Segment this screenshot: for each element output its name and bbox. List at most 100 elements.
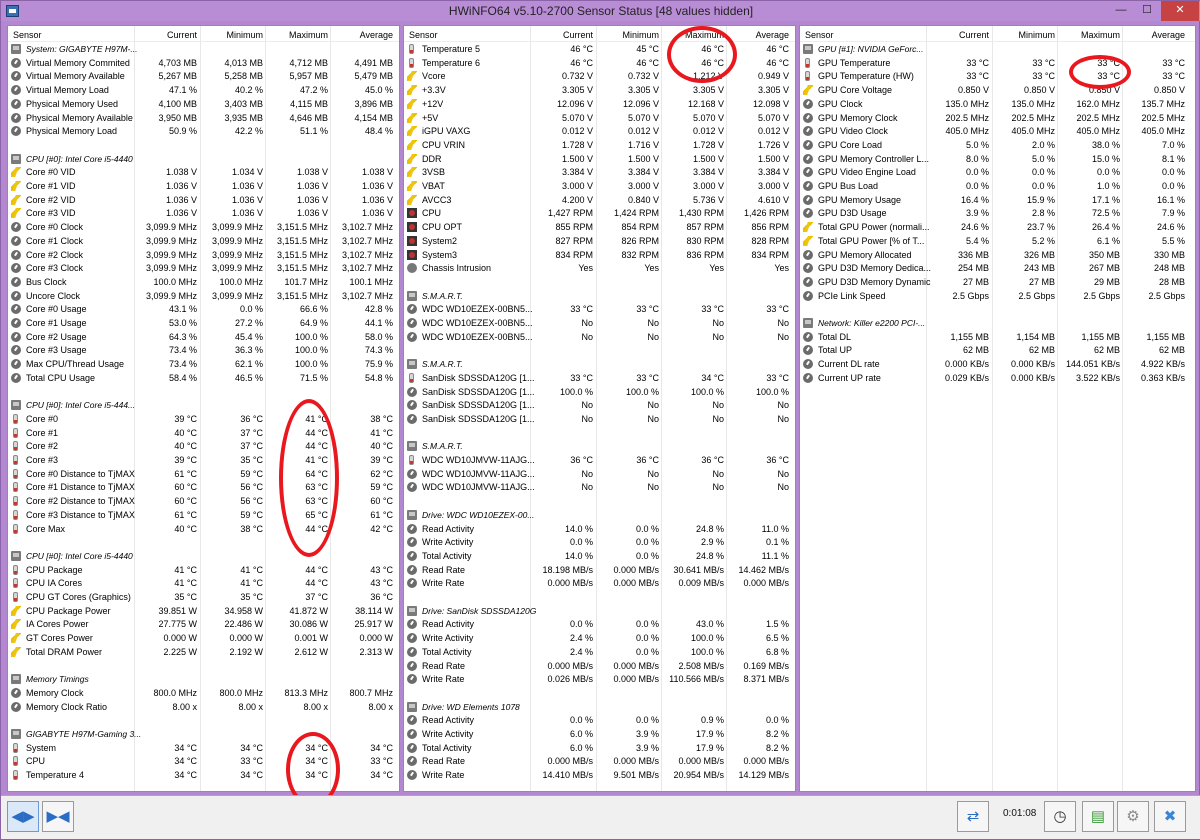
sensor-row[interactable]: Total GPU Power (normali... 24.6 % 23.7 % 2… xyxy=(800,220,1195,234)
sensor-row[interactable]: Virtual Memory Available 5,267 MB 5,258 MB… xyxy=(8,69,399,83)
sensor-panel-2[interactable]: Sensor Current Minimum Maximum Average Temper… xyxy=(403,25,796,792)
sensor-row[interactable]: Core #1 40 °C 37 °C 44 °C 41 °C xyxy=(8,426,399,440)
sensor-row[interactable]: Core #3 Clock 3,099.9 MHz 3,099.9 MHz 3,151… xyxy=(8,261,399,275)
sensor-group-header[interactable]: Drive: WD Elements 1078 xyxy=(404,700,795,714)
sensor-row[interactable]: GPU Memory Clock 202.5 MHz 202.5 MHz 202.5 … xyxy=(800,111,1195,125)
sensor-row[interactable]: Temperature 5 46 °C 45 °C 46 °C 46 °C xyxy=(404,42,795,56)
sensor-row[interactable]: GPU Temperature (HW) 33 °C 33 °C 33 °C 33 °C xyxy=(800,69,1195,83)
sensor-group-header[interactable]: S.M.A.R.T. xyxy=(404,289,795,303)
sensor-row[interactable]: Physical Memory Used 4,100 MB 3,403 MB 4,11… xyxy=(8,97,399,111)
sensor-row[interactable]: Core #2 Distance to TjMAX 60 °C 56 °C 63 °C… xyxy=(8,494,399,508)
sensor-row[interactable]: GPU Core Voltage 0.850 V 0.850 V 0.850 V 0.8… xyxy=(800,83,1195,97)
sensor-group-header[interactable]: GIGABYTE H97M-Gaming 3... xyxy=(8,727,399,741)
header-average[interactable]: Average xyxy=(332,29,396,41)
sensor-row[interactable]: GPU Temperature 33 °C 33 °C 33 °C 33 °C xyxy=(800,56,1195,70)
sensor-panel-1[interactable]: Sensor Current Minimum Maximum Average System… xyxy=(7,25,400,792)
sensor-row[interactable]: Core #3 VID 1.036 V 1.036 V 1.036 V 1.036 V xyxy=(8,206,399,220)
sensor-row[interactable]: Core #1 Usage 53.0 % 27.2 % 64.9 % 44.1 % xyxy=(8,316,399,330)
sensor-row[interactable]: CPU Package Power 39.851 W 34.958 W 41.872 … xyxy=(8,604,399,618)
sensor-row[interactable]: System3 834 RPM 832 RPM 836 RPM 834 RPM xyxy=(404,248,795,262)
sensor-row[interactable]: 3VSB 3.384 V 3.384 V 3.384 V 3.384 V xyxy=(404,165,795,179)
sensor-row[interactable]: PCIe Link Speed 2.5 Gbps 2.5 Gbps 2.5 Gbps 2… xyxy=(800,289,1195,303)
sensor-row[interactable]: Current DL rate 0.000 KB/s 0.000 KB/s 144.0… xyxy=(800,357,1195,371)
sensor-group-header[interactable]: CPU [#0]: Intel Core i5-4440 xyxy=(8,152,399,166)
sensor-row[interactable]: GPU Video Clock 405.0 MHz 405.0 MHz 405.0 M… xyxy=(800,124,1195,138)
sensor-row[interactable]: Max CPU/Thread Usage 73.4 % 62.1 % 100.0 % 7… xyxy=(8,357,399,371)
sensor-row[interactable]: Vcore 0.732 V 0.732 V 1.212 V 0.949 V xyxy=(404,69,795,83)
sensor-row[interactable]: GPU D3D Memory Dedica... 254 MB 243 MB 267 … xyxy=(800,261,1195,275)
sensor-row[interactable]: Total Activity 6.0 % 3.9 % 17.9 % 8.2 % xyxy=(404,741,795,755)
sensor-row[interactable]: VBAT 3.000 V 3.000 V 3.000 V 3.000 V xyxy=(404,179,795,193)
sensor-row[interactable]: SanDisk SDSSDA120G [1... 100.0 % 100.0 % 10… xyxy=(404,385,795,399)
header-current[interactable]: Current xyxy=(136,29,200,41)
sensor-row[interactable]: Core #3 Distance to TjMAX 61 °C 59 °C 65 °C… xyxy=(8,508,399,522)
sensor-group-header[interactable]: Memory Timings xyxy=(8,672,399,686)
sensor-row[interactable]: GPU Video Engine Load 0.0 % 0.0 % 0.0 % 0.0 … xyxy=(800,165,1195,179)
sensor-row[interactable]: Physical Memory Available 3,950 MB 3,935 M… xyxy=(8,111,399,125)
sensor-row[interactable]: Core #1 Distance to TjMAX 60 °C 56 °C 63 °C… xyxy=(8,480,399,494)
sensor-row[interactable]: CPU OPT 855 RPM 854 RPM 857 RPM 856 RPM xyxy=(404,220,795,234)
header-minimum[interactable]: Minimum xyxy=(598,29,662,41)
sensor-row[interactable]: Total DL 1,155 MB 1,154 MB 1,155 MB 1,155 MB xyxy=(800,330,1195,344)
sensor-row[interactable]: GPU Memory Allocated 336 MB 326 MB 350 MB 33… xyxy=(800,248,1195,262)
sensor-row[interactable]: Temperature 4 34 °C 34 °C 34 °C 34 °C xyxy=(8,768,399,782)
sensor-group-header[interactable]: System: GIGABYTE H97M-... xyxy=(8,42,399,56)
sensor-row[interactable]: Memory Clock Ratio 8.00 x 8.00 x 8.00 x 8.00… xyxy=(8,700,399,714)
sensor-row[interactable]: Core #0 VID 1.038 V 1.034 V 1.038 V 1.038 V xyxy=(8,165,399,179)
sensor-group-header[interactable]: Drive: SanDisk SDSSDA120G xyxy=(404,604,795,618)
minimize-button[interactable]: — xyxy=(1109,1,1133,21)
sensor-row[interactable]: Write Activity 0.0 % 0.0 % 2.9 % 0.1 % xyxy=(404,535,795,549)
sensor-row[interactable]: Core #2 VID 1.036 V 1.036 V 1.036 V 1.036 V xyxy=(8,193,399,207)
sensor-group-header[interactable]: Network: Killer e2200 PCI-... xyxy=(800,316,1195,330)
sensor-row[interactable]: Write Rate 0.026 MB/s 0.000 MB/s 110.566 MB… xyxy=(404,672,795,686)
sensor-group-header[interactable]: S.M.A.R.T. xyxy=(404,357,795,371)
sensor-row[interactable]: GPU Bus Load 0.0 % 0.0 % 1.0 % 0.0 % xyxy=(800,179,1195,193)
header-minimum[interactable]: Minimum xyxy=(994,29,1058,41)
sensor-row[interactable]: WDC WD10JMVW-11AJG... 36 °C 36 °C 36 °C 36 °… xyxy=(404,453,795,467)
maximize-button[interactable]: ☐ xyxy=(1135,1,1159,21)
sensor-row[interactable]: GPU Memory Controller L... 8.0 % 5.0 % 15.0… xyxy=(800,152,1195,166)
sensor-row[interactable]: CPU IA Cores 41 °C 41 °C 44 °C 43 °C xyxy=(8,576,399,590)
sensor-row[interactable]: SanDisk SDSSDA120G [1... No No No No xyxy=(404,398,795,412)
sensor-row[interactable]: Temperature 6 46 °C 46 °C 46 °C 46 °C xyxy=(404,56,795,70)
sensor-row[interactable]: Core #0 39 °C 36 °C 41 °C 38 °C xyxy=(8,412,399,426)
sensor-row[interactable]: Virtual Memory Load 47.1 % 40.2 % 47.2 % 45.… xyxy=(8,83,399,97)
sensor-row[interactable]: iGPU VAXG 0.012 V 0.012 V 0.012 V 0.012 V xyxy=(404,124,795,138)
settings-button[interactable]: ⚙ xyxy=(1117,801,1149,832)
sensor-group-header[interactable]: GPU [#1]: NVIDIA GeForc... xyxy=(800,42,1195,56)
sensor-row[interactable]: Core #0 Usage 43.1 % 0.0 % 66.6 % 42.8 % xyxy=(8,302,399,316)
sensor-row[interactable]: +12V 12.096 V 12.096 V 12.168 V 12.098 V xyxy=(404,97,795,111)
sensor-row[interactable]: WDC WD10EZEX-00BN5... No No No No xyxy=(404,316,795,330)
report-button[interactable]: ▤ xyxy=(1082,801,1114,832)
sensor-row[interactable]: CPU GT Cores (Graphics) 35 °C 35 °C 37 °C 36… xyxy=(8,590,399,604)
sensor-row[interactable]: Write Activity 6.0 % 3.9 % 17.9 % 8.2 % xyxy=(404,727,795,741)
sensor-group-header[interactable]: Drive: WDC WD10EZEX-00... xyxy=(404,508,795,522)
sensor-row[interactable]: Total CPU Usage 58.4 % 46.5 % 71.5 % 54.8 % xyxy=(8,371,399,385)
header-current[interactable]: Current xyxy=(928,29,992,41)
sensor-row[interactable]: WDC WD10EZEX-00BN5... No No No No xyxy=(404,330,795,344)
sensor-row[interactable]: Total Activity 14.0 % 0.0 % 24.8 % 11.1 % xyxy=(404,549,795,563)
sensor-row[interactable]: Read Rate 18.198 MB/s 0.000 MB/s 30.641 MB/… xyxy=(404,563,795,577)
sensor-row[interactable]: CPU 34 °C 33 °C 34 °C 33 °C xyxy=(8,754,399,768)
header-maximum[interactable]: Maximum xyxy=(1059,29,1123,41)
sensor-row[interactable]: Total Activity 2.4 % 0.0 % 100.0 % 6.8 % xyxy=(404,645,795,659)
sensor-row[interactable]: WDC WD10EZEX-00BN5... 33 °C 33 °C 33 °C 33 °… xyxy=(404,302,795,316)
sensor-row[interactable]: CPU Package 41 °C 41 °C 44 °C 43 °C xyxy=(8,563,399,577)
sensor-row[interactable]: +3.3V 3.305 V 3.305 V 3.305 V 3.305 V xyxy=(404,83,795,97)
sensor-row[interactable]: Chassis Intrusion Yes Yes Yes Yes xyxy=(404,261,795,275)
header-average[interactable]: Average xyxy=(1124,29,1188,41)
sensor-row[interactable]: CPU 1,427 RPM 1,424 RPM 1,430 RPM 1,426 RPM xyxy=(404,206,795,220)
sensor-row[interactable]: IA Cores Power 27.775 W 22.486 W 30.086 W 25… xyxy=(8,617,399,631)
sensor-row[interactable]: GPU D3D Usage 3.9 % 2.8 % 72.5 % 7.9 % xyxy=(800,206,1195,220)
sensor-row[interactable]: GPU Clock 135.0 MHz 135.0 MHz 162.0 MHz 135.… xyxy=(800,97,1195,111)
sensor-group-header[interactable]: CPU [#0]: Intel Core i5-4440 xyxy=(8,549,399,563)
sensor-row[interactable]: Core #2 Clock 3,099.9 MHz 3,099.9 MHz 3,151… xyxy=(8,248,399,262)
sensor-group-header[interactable]: CPU [#0]: Intel Core i5-444... xyxy=(8,398,399,412)
sensor-row[interactable]: SanDisk SDSSDA120G [1... 33 °C 33 °C 34 °C 3… xyxy=(404,371,795,385)
sensor-row[interactable]: Current UP rate 0.029 KB/s 0.000 KB/s 3.522… xyxy=(800,371,1195,385)
sensor-row[interactable]: CPU VRIN 1.728 V 1.716 V 1.728 V 1.726 V xyxy=(404,138,795,152)
sensor-row[interactable]: Write Rate 0.000 MB/s 0.000 MB/s 0.009 MB/s… xyxy=(404,576,795,590)
sensor-row[interactable]: Total GPU Power [% of T... 5.4 % 5.2 % 6.1 … xyxy=(800,234,1195,248)
sensor-row[interactable]: GT Cores Power 0.000 W 0.000 W 0.001 W 0.000… xyxy=(8,631,399,645)
sensor-row[interactable]: Bus Clock 100.0 MHz 100.0 MHz 101.7 MHz 100.… xyxy=(8,275,399,289)
